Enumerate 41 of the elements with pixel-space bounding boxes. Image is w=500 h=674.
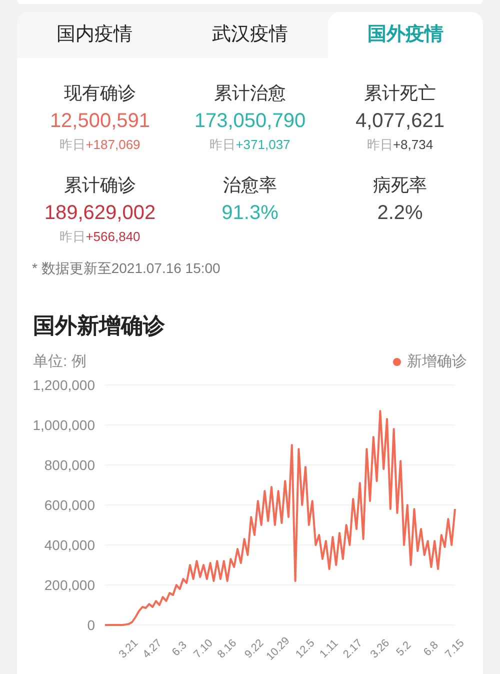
unit-label: 单位: 例 [33,352,86,372]
delta-label: 昨日 [366,136,393,154]
update-note: * 数据更新至2021.07.16 15:00 [32,259,222,278]
delta-value: +371,037 [236,136,290,154]
x-tick-label: 3.26 [368,636,392,660]
y-tick-label: 0 [87,616,95,632]
y-tick-label: 400,000 [44,536,95,552]
y-tick-label: 800,000 [44,456,95,472]
delta-value: +187,069 [86,136,140,154]
stat-value: 173,050,790 [194,109,306,134]
delta-value: +8,734 [392,136,434,154]
x-tick-label: 3.21 [116,636,141,660]
stat-label: 治愈率 [223,174,277,197]
y-tick-label: 600,000 [44,496,95,512]
stat-label: 累计治愈 [214,82,286,105]
delta-label: 昨日 [60,136,86,154]
y-tick-label: 1,000,000 [32,416,95,432]
stat-label: 现有确诊 [64,82,136,105]
x-tick-label: 7.15 [443,636,467,660]
x-tick-label: 9.22 [242,636,266,660]
stat-value: 12,500,591 [50,109,150,134]
delta-label: 昨日 [60,228,86,246]
stat-label: 累计确诊 [64,174,136,197]
stat-label: 累计死亡 [364,82,436,105]
y-tick-label: 1,200,000 [32,376,95,392]
y-tick-label: 200,000 [44,576,95,592]
x-tick-label: 7.10 [192,636,216,660]
legend-label: 新增确诊 [407,352,467,372]
stat-label: 病死率 [373,174,427,197]
x-tick-label: 1.11 [318,636,341,660]
stat-value: 91.3% [222,201,278,226]
stat-value: 189,629,002 [44,201,156,226]
stat-value: 4,077,621 [356,109,444,134]
x-tick-label: 6.8 [422,638,441,658]
delta-label: 昨日 [210,136,236,154]
section-title: 国外新增确诊 [33,312,166,340]
x-tick-label: 5.2 [394,638,414,658]
delta-value: +566,840 [86,228,140,246]
x-tick-label: 8.16 [215,636,240,660]
x-tick-label: 6.3 [170,638,190,658]
stat-value: 2.2% [377,201,423,226]
